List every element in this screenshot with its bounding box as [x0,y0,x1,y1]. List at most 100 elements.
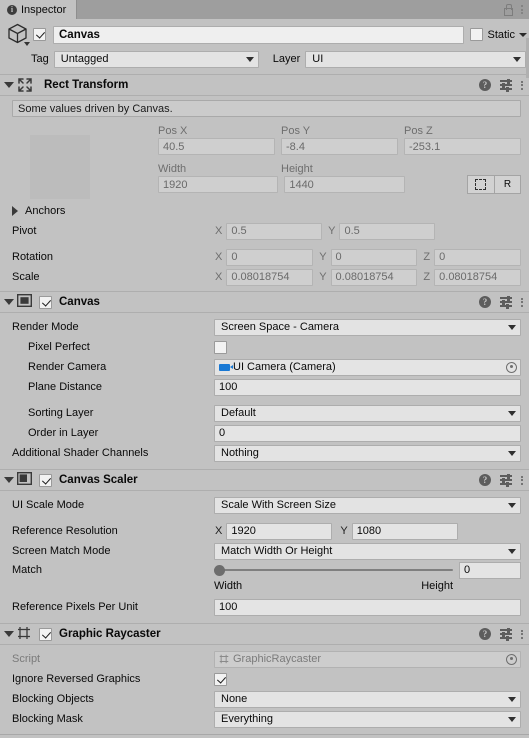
preset-icon[interactable] [500,78,512,92]
blocking-mask-dropdown[interactable]: Everything [214,710,521,728]
axis-x-label: X [215,271,223,283]
pivot-y-input[interactable]: 0.5 [339,222,436,240]
chevron-down-icon [245,56,254,62]
width-label: Width [158,163,187,175]
component-title: Graphic Raycaster [59,628,161,640]
row-blocking-mask: Blocking Mask Everything [0,709,529,729]
canvas-enabled-checkbox[interactable] [39,295,52,309]
rotation-row: Rotation X 0 Y 0 Z 0 [0,247,529,267]
axis-y-label: Y [340,525,348,537]
rect-buttons: R [466,175,521,194]
kebab-menu-icon[interactable] [521,297,523,307]
pixel-perfect-checkbox[interactable] [214,340,227,354]
anchor-preview[interactable] [30,135,90,199]
size-header-row: Width Height [158,159,521,175]
foldout-icon[interactable] [4,82,14,88]
row-plane-distance: Plane Distance 100 [0,377,529,397]
rotation-x-input[interactable]: 0 [226,248,314,266]
inspector-tabbar: i Inspector [0,0,529,19]
help-icon[interactable]: ? [479,628,491,640]
component-header-actions: ? [479,473,523,487]
kebab-menu-icon[interactable] [521,80,523,90]
preset-icon[interactable] [500,295,512,309]
anchors-row[interactable]: Anchors [0,201,529,221]
match-slider-track[interactable] [214,564,453,576]
helpbox-text: Some values driven by Canvas. [18,102,173,115]
graphic-raycaster-enabled-checkbox[interactable] [39,627,52,641]
scale-z-input[interactable]: 0.08018754 [434,268,521,286]
chevron-down-icon [508,410,516,416]
preset-icon[interactable] [500,627,512,641]
foldout-icon[interactable] [4,631,14,637]
rotation-y-input[interactable]: 0 [330,248,418,266]
object-enabled-checkbox[interactable] [33,28,46,41]
additional-shader-channels-dropdown[interactable]: Nothing [214,444,521,462]
rotation-label: Rotation [12,251,53,263]
order-in-layer-input[interactable]: 0 [214,424,521,442]
kebab-menu-icon[interactable] [521,475,523,485]
tag-dropdown[interactable]: Untagged [53,50,259,68]
cube-icon[interactable] [5,22,31,48]
help-icon[interactable]: ? [479,79,491,91]
kebab-menu-icon[interactable] [521,629,523,639]
help-icon[interactable]: ? [479,474,491,486]
blueprint-mode-button[interactable]: R [493,175,521,194]
pivot-row: Pivot X 0.5 Y 0.5 [0,221,529,241]
pos-y-label: Pos Y [281,125,311,137]
chevron-down-icon [508,502,516,508]
height-label: Height [281,163,313,175]
axis-x-label: X [215,525,223,537]
component-header-rect-transform[interactable]: Rect Transform ? [0,74,529,96]
axis-x-label: X [215,225,223,237]
canvas-scaler-enabled-checkbox[interactable] [39,473,52,487]
height-input[interactable]: 1440 [284,176,405,193]
static-checkbox[interactable] [470,28,484,41]
driven-helpbox: Some values driven by Canvas. [12,100,521,117]
lock-icon[interactable] [503,4,513,16]
foldout-icon[interactable] [4,299,14,305]
reference-pixels-per-unit-input[interactable]: 100 [214,598,521,616]
pivot-x-input[interactable]: 0.5 [226,222,323,240]
sorting-layer-dropdown[interactable]: Default [214,404,521,422]
ignore-reversed-graphics-checkbox[interactable] [214,672,227,686]
pos-x-input[interactable]: 40.5 [158,138,275,155]
scale-y-input[interactable]: 0.08018754 [330,268,418,286]
reference-resolution-x-input[interactable]: 1920 [226,522,333,540]
object-picker-icon[interactable] [506,653,517,665]
pos-y-input[interactable]: -8.4 [281,138,398,155]
reference-resolution-label: Reference Resolution [12,525,118,537]
object-name-input[interactable]: Canvas [53,25,465,44]
match-slider[interactable] [214,562,453,579]
anchor-preset-button[interactable] [466,175,494,194]
render-camera-objectfield[interactable]: UI Camera (Camera) [214,358,521,376]
tab-inspector[interactable]: i Inspector [0,0,78,19]
width-input[interactable]: 1920 [158,176,279,193]
sorting-layer-value: Default [221,407,256,419]
scale-x-input[interactable]: 0.08018754 [226,268,314,286]
kebab-menu-icon[interactable] [521,5,523,14]
object-picker-icon[interactable] [506,361,517,373]
reference-resolution-y-input[interactable]: 1080 [351,522,458,540]
static-dropdown-icon[interactable] [519,32,527,37]
screen-match-mode-dropdown[interactable]: Match Width Or Height [214,542,521,560]
layer-dropdown[interactable]: UI [305,50,526,68]
component-header-actions: ? [479,78,523,92]
blocking-objects-value: None [221,693,248,705]
match-slider-knob[interactable] [214,564,225,576]
foldout-icon[interactable] [12,206,18,216]
component-header-canvas[interactable]: Canvas ? [0,291,529,313]
blocking-objects-dropdown[interactable]: None [214,690,521,708]
pos-z-input[interactable]: -253.1 [404,138,521,155]
position-value-row: 40.5 -8.4 -253.1 [158,137,521,156]
script-icon [219,654,229,664]
preset-icon[interactable] [500,473,512,487]
help-icon[interactable]: ? [479,296,491,308]
component-header-canvas-scaler[interactable]: Canvas Scaler ? [0,469,529,491]
render-mode-dropdown[interactable]: Screen Space - Camera [214,318,521,336]
plane-distance-input[interactable]: 100 [214,378,521,396]
ui-scale-mode-dropdown[interactable]: Scale With Screen Size [214,496,521,514]
foldout-icon[interactable] [4,477,14,483]
match-value-input[interactable]: 0 [459,561,521,579]
rotation-z-input[interactable]: 0 [434,248,521,266]
component-header-graphic-raycaster[interactable]: Graphic Raycaster ? [0,623,529,645]
